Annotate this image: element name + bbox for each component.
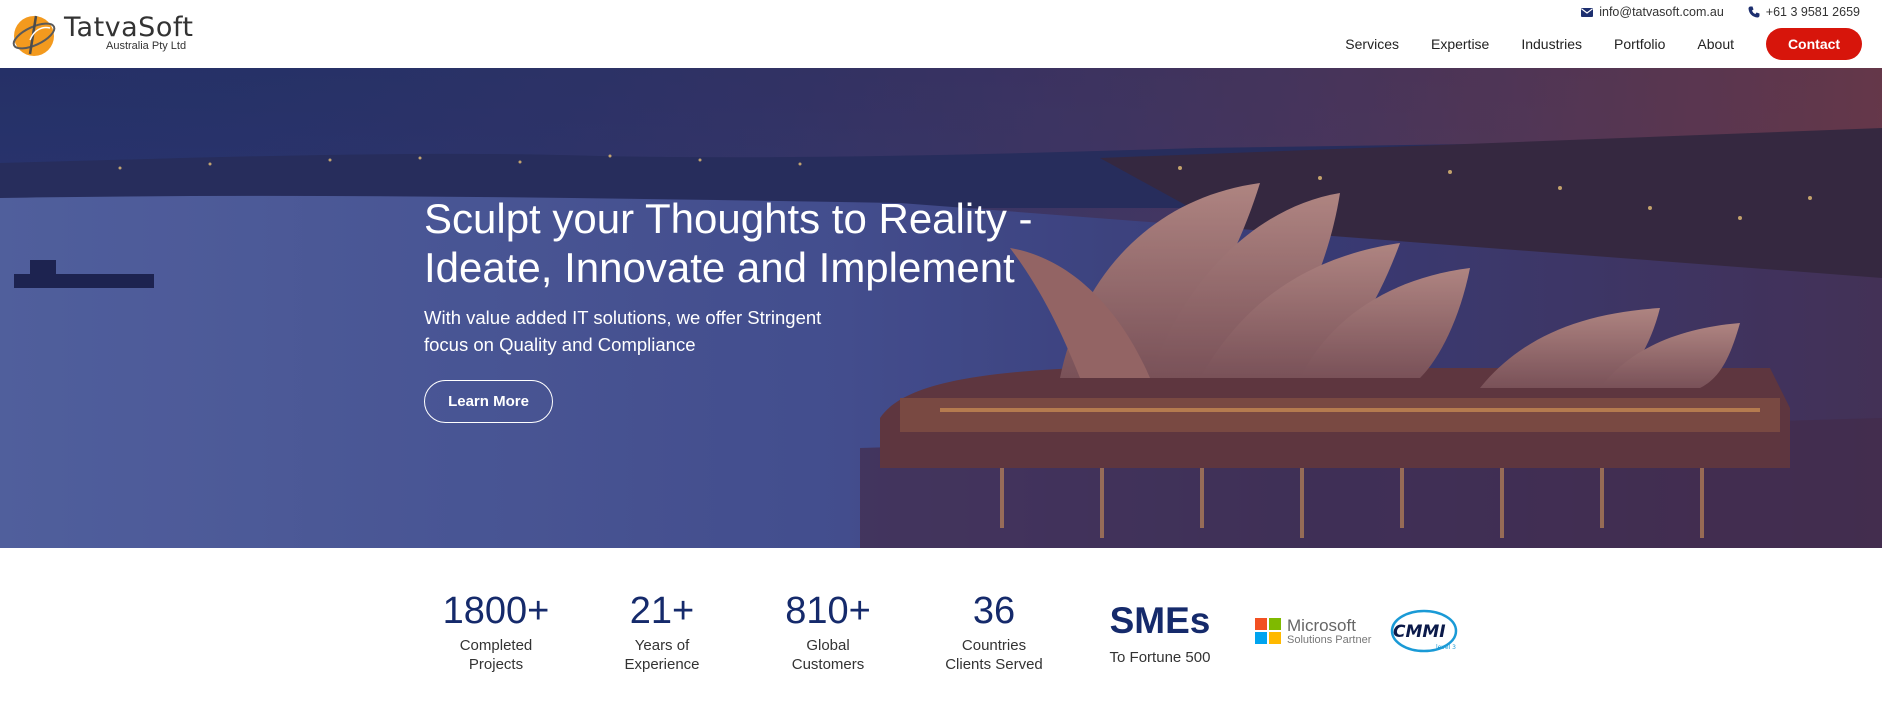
- nav-expertise[interactable]: Expertise: [1431, 36, 1489, 52]
- stat-label: Global Customers: [758, 636, 898, 674]
- microsoft-partner-logo: Microsoft Solutions Partner: [1255, 616, 1380, 646]
- hero-heading-line1: Sculpt your Thoughts to Reality -: [424, 195, 1033, 242]
- microsoft-windows-icon: [1255, 618, 1281, 644]
- cmmi-level: level 3: [1436, 644, 1456, 651]
- logo-subtitle: Australia Pty Ltd: [106, 40, 187, 52]
- stat-customers: 810+ Global Customers: [758, 590, 898, 674]
- hero-sub-line2: focus on Quality and Compliance: [424, 334, 696, 355]
- cmmi-level3-logo: CMMI level 3: [1390, 609, 1458, 653]
- nav-about[interactable]: About: [1697, 36, 1734, 52]
- stat-smes: SMEs To Fortune 500: [1090, 590, 1230, 667]
- email-link[interactable]: info@tatvasoft.com.au: [1581, 5, 1724, 19]
- stat-label-line2: Projects: [468, 656, 524, 673]
- stats-section: 1800+ Completed Projects 21+ Years of Ex…: [0, 548, 1882, 707]
- email-text: info@tatvasoft.com.au: [1599, 5, 1724, 19]
- stat-label: To Fortune 500: [1109, 649, 1211, 666]
- stat-value: 36: [972, 590, 1016, 632]
- stat-value: 810+: [785, 590, 871, 632]
- stat-label: Completed Projects: [426, 636, 566, 674]
- hero-subheading: With value added IT solutions, we offer …: [424, 304, 844, 358]
- stat-label-line1: Countries: [961, 637, 1027, 654]
- phone-text: +61 3 9581 2659: [1765, 5, 1860, 19]
- contact-topbar: info@tatvasoft.com.au +61 3 9581 2659: [1581, 5, 1860, 19]
- microsoft-sub: Solutions Partner: [1287, 634, 1372, 646]
- tatvasoft-logo[interactable]: TatvaSoft Australia Pty Ltd: [10, 8, 200, 58]
- stat-value: SMEs: [1109, 600, 1211, 641]
- stat-projects: 1800+ Completed Projects: [426, 590, 566, 674]
- nav-services[interactable]: Services: [1345, 36, 1399, 52]
- cmmi-text: CMMI: [1393, 622, 1446, 642]
- hero-heading: Sculpt your Thoughts to Reality - Ideate…: [424, 194, 1064, 292]
- site-header: TatvaSoft Australia Pty Ltd info@tatvaso…: [0, 0, 1882, 68]
- contact-button[interactable]: Contact: [1766, 28, 1862, 60]
- hero-banner: Sculpt your Thoughts to Reality - Ideate…: [0, 68, 1882, 548]
- main-nav: Services Expertise Industries Portfolio …: [1345, 28, 1862, 60]
- stat-label-line1: Completed: [459, 637, 533, 654]
- logo-wordmark: TatvaSoft: [64, 12, 194, 43]
- sydney-opera-house-image: [0, 68, 1882, 548]
- stat-label: Countries Clients Served: [924, 636, 1064, 674]
- stat-value: 1800+: [442, 590, 550, 632]
- stat-label: Years of Experience: [592, 636, 732, 674]
- stat-label-line1: Global: [806, 637, 850, 654]
- envelope-icon: [1581, 7, 1594, 17]
- microsoft-name: Microsoft: [1287, 616, 1356, 635]
- stat-label-line1: Years of: [634, 637, 690, 654]
- hero-heading-line2: Ideate, Innovate and Implement: [424, 244, 1015, 291]
- phone-icon: [1748, 6, 1760, 18]
- stat-value: 21+: [629, 590, 695, 632]
- learn-more-button[interactable]: Learn More: [424, 380, 553, 423]
- nav-portfolio[interactable]: Portfolio: [1614, 36, 1665, 52]
- stat-label-line2: Clients Served: [945, 656, 1043, 673]
- stat-label-line2: Customers: [791, 656, 865, 673]
- logo-globe-icon: [12, 15, 56, 56]
- phone-link[interactable]: +61 3 9581 2659: [1748, 5, 1860, 19]
- hero-sub-line1: With value added IT solutions, we offer …: [424, 307, 822, 328]
- nav-industries[interactable]: Industries: [1521, 36, 1582, 52]
- stat-label-line2: Experience: [624, 656, 700, 673]
- stat-countries: 36 Countries Clients Served: [924, 590, 1064, 674]
- stat-years: 21+ Years of Experience: [592, 590, 732, 674]
